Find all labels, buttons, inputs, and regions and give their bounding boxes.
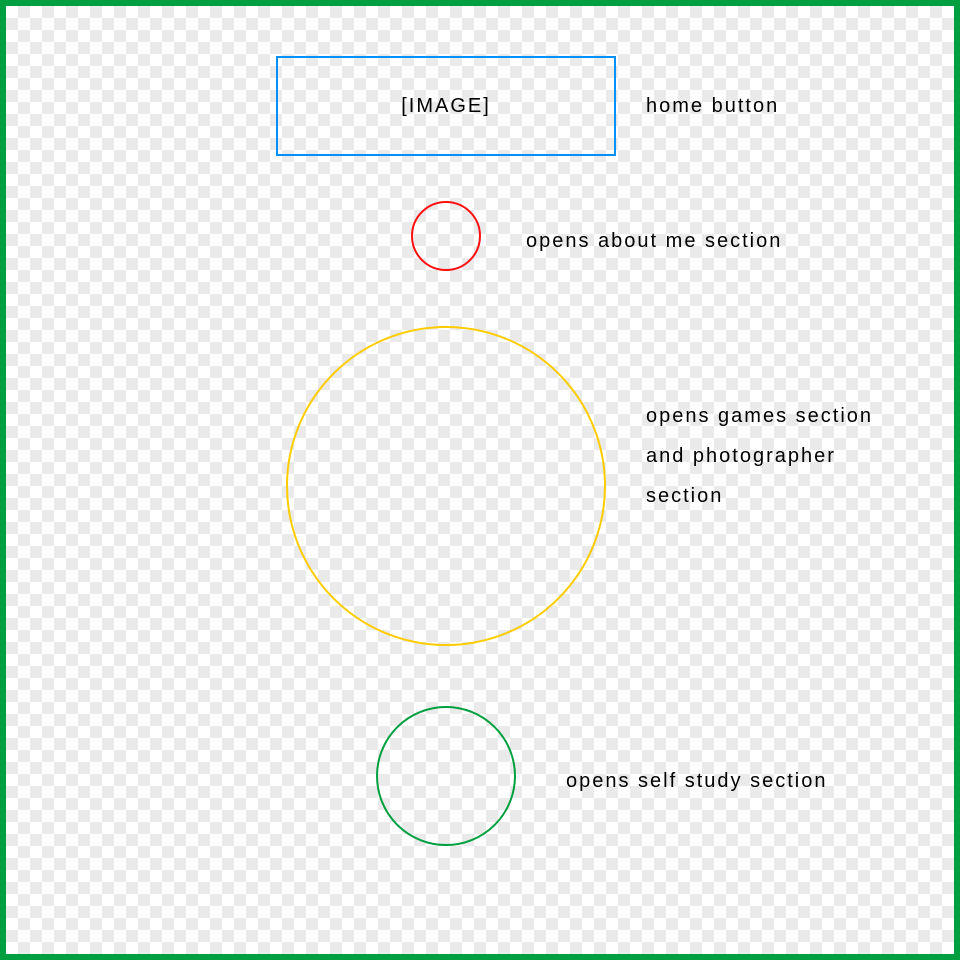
games-photographer-annotation-circle[interactable] xyxy=(286,326,606,646)
about-me-label: opens about me section xyxy=(526,221,782,261)
self-study-annotation-circle[interactable] xyxy=(376,706,516,846)
image-placeholder-text: [IMAGE] xyxy=(401,95,491,118)
self-study-label: opens self study section xyxy=(566,761,827,801)
home-button-label: home button xyxy=(646,86,779,126)
diagram-canvas: [IMAGE] home button opens about me secti… xyxy=(0,0,960,960)
games-photographer-label: opens games section and photographer sec… xyxy=(646,396,896,516)
home-button-annotation-box[interactable]: [IMAGE] xyxy=(276,56,616,156)
about-me-annotation-circle[interactable] xyxy=(411,201,481,271)
